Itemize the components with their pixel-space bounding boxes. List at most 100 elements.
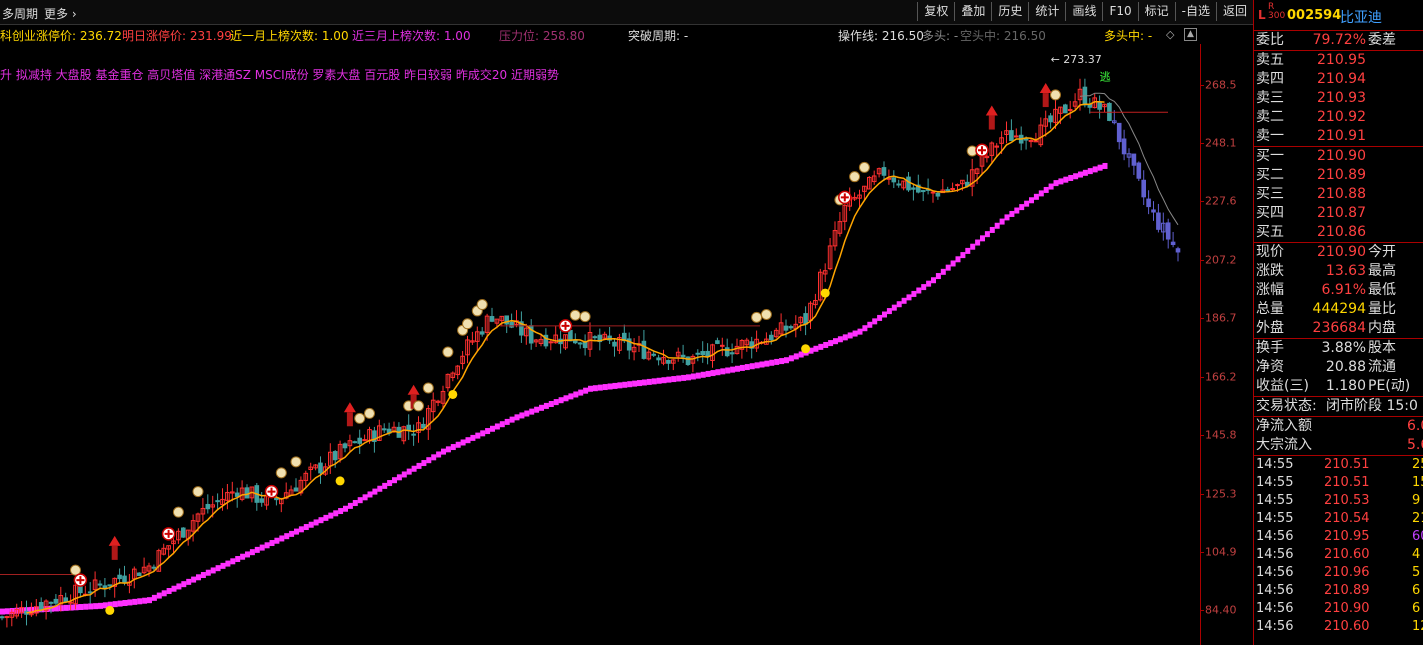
kline-chart[interactable]: ← 273.37 逃 bbox=[0, 44, 1200, 645]
tick-time: 14:56 bbox=[1256, 601, 1294, 616]
trade-status-label: 交易状态: bbox=[1256, 398, 1317, 414]
candle-body bbox=[945, 189, 951, 192]
candle-body bbox=[573, 339, 578, 344]
long-ma-block bbox=[220, 562, 226, 569]
price-tick-mark bbox=[1201, 376, 1204, 378]
long-ma-block bbox=[401, 471, 407, 478]
long-ma-block bbox=[1082, 169, 1088, 176]
chart-toolbar: 多周期 更多 › 复权 叠加 历史 统计 画线 F10 标记 -自选 返回 bbox=[0, 0, 1253, 25]
long-ma-block bbox=[578, 389, 584, 396]
long-ma-block bbox=[965, 247, 971, 254]
price-tick-label: 248.1 bbox=[1205, 136, 1237, 150]
long-ma-block bbox=[504, 418, 510, 425]
long-ma-block bbox=[254, 546, 260, 553]
long-ma-block bbox=[1068, 174, 1074, 181]
long-ma-block bbox=[426, 457, 432, 464]
long-ma-block bbox=[215, 565, 221, 572]
candle-body bbox=[117, 574, 122, 580]
long-ma-block bbox=[984, 231, 990, 238]
ask-row-label: 卖三 bbox=[1256, 90, 1284, 106]
up-arrow-icon bbox=[407, 384, 420, 395]
more-menu-button[interactable]: 更多 › bbox=[44, 5, 77, 22]
yellow-dot-marker bbox=[801, 344, 811, 354]
candle-body bbox=[1141, 179, 1147, 198]
bid-row-value: 210.88 bbox=[1317, 186, 1366, 202]
flow-block: 净流入额 6.0 大宗流入 5.6 bbox=[1254, 417, 1423, 455]
long-ma-block bbox=[837, 336, 843, 343]
candle-body bbox=[577, 342, 583, 345]
bid-row-value: 210.90 bbox=[1317, 148, 1366, 164]
candle-body bbox=[656, 357, 661, 361]
indicator-bar: 科创业涨停价: 236.72 明日涨停价: 231.99 近一月上榜次数: 1.… bbox=[0, 25, 1200, 43]
peak-price-label: ← 273.37 bbox=[1051, 53, 1102, 66]
market-letter: L bbox=[1258, 8, 1266, 22]
long-ma-block bbox=[1014, 207, 1020, 214]
toolbar-button-4[interactable]: 画线 bbox=[1065, 2, 1102, 21]
bid-levels: 买一 210.90 买二 210.89 买三 210.88 买四 210.87 买五 210.86 bbox=[1254, 147, 1423, 242]
long-ma-block bbox=[828, 340, 834, 347]
long-ma-block bbox=[818, 343, 824, 350]
tick-list[interactable]: 14:55210.512514:55210.511514:55210.53914… bbox=[1254, 456, 1423, 636]
long-ma-block bbox=[833, 338, 838, 345]
money-bag-icon bbox=[413, 400, 424, 412]
bid-row-label: 买一 bbox=[1256, 148, 1284, 164]
long-ma-block bbox=[298, 526, 304, 533]
long-ma-block bbox=[122, 600, 128, 607]
multi-period-button[interactable]: 多周期 bbox=[2, 5, 38, 22]
long-ma-block bbox=[539, 404, 544, 411]
diamond-icon[interactable]: ◇ bbox=[1166, 28, 1174, 41]
money-bag-icon bbox=[354, 412, 366, 424]
toolbar-button-5[interactable]: F10 bbox=[1102, 2, 1137, 21]
toolbar-button-6[interactable]: 标记 bbox=[1137, 2, 1175, 21]
tick-volume: 9 bbox=[1412, 493, 1421, 508]
long-ma-block bbox=[1097, 164, 1103, 171]
long-ma-block bbox=[83, 603, 89, 610]
long-ma-block bbox=[147, 597, 152, 604]
yellow-dot-marker bbox=[335, 476, 345, 486]
ask-row-label: 卖五 bbox=[1256, 52, 1284, 68]
long-ma-block bbox=[392, 477, 397, 484]
toolbar-button-7[interactable]: -自选 bbox=[1174, 2, 1216, 21]
ask-row-value: 210.91 bbox=[1317, 128, 1366, 144]
tick-time: 14:56 bbox=[1256, 547, 1294, 562]
long-ma-block bbox=[921, 284, 927, 291]
candle-body bbox=[548, 341, 554, 344]
toolbar-button-1[interactable]: 叠加 bbox=[954, 2, 991, 21]
breakout-period: 突破周期: - bbox=[628, 29, 689, 43]
money-bag-icon bbox=[760, 309, 772, 321]
star-limit-price: 科创业涨停价: 236.72 bbox=[0, 29, 122, 43]
long-ma-block bbox=[524, 410, 530, 417]
toolbar-button-3[interactable]: 统计 bbox=[1028, 2, 1065, 21]
candle-body bbox=[1175, 248, 1181, 253]
tick-time: 14:55 bbox=[1256, 457, 1294, 472]
candle-body bbox=[259, 498, 264, 503]
candle-body bbox=[592, 336, 598, 339]
long-ma-block bbox=[1087, 168, 1093, 175]
toolbar-button-8[interactable]: 返回 bbox=[1215, 2, 1253, 21]
long-ma-block bbox=[749, 363, 755, 370]
long-ma-block bbox=[176, 583, 182, 590]
candle-body bbox=[715, 340, 720, 344]
money-bag-icon bbox=[858, 161, 870, 173]
long-ma-block bbox=[975, 239, 981, 246]
price-tick-label: 84.40 bbox=[1205, 603, 1237, 617]
candle-body bbox=[955, 184, 960, 187]
toolbar-button-0[interactable]: 复权 bbox=[917, 2, 954, 21]
candle-body bbox=[234, 492, 240, 497]
long-ma-block bbox=[901, 297, 907, 304]
candle-body bbox=[783, 325, 789, 331]
ask-row-value: 210.94 bbox=[1317, 71, 1366, 87]
ask-row-label: 卖一 bbox=[1256, 128, 1284, 144]
long-ma-block bbox=[347, 502, 353, 509]
long-ma-block bbox=[485, 428, 491, 435]
stats-block: 换手 3.88% 股本 净资 20.88 流通 收益(三) 1.180 PE(动) bbox=[1254, 339, 1423, 396]
long-ma-block bbox=[117, 600, 123, 607]
toolbar-button-2[interactable]: 历史 bbox=[991, 2, 1028, 21]
candle-body bbox=[357, 437, 362, 444]
long-ma-block bbox=[490, 425, 495, 432]
long-ma-block bbox=[1048, 183, 1054, 190]
long-ma-block bbox=[573, 391, 579, 398]
long-ma-block bbox=[1009, 210, 1015, 217]
long-ma-block bbox=[279, 535, 285, 542]
scroll-up-icon[interactable]: ▲ bbox=[1184, 28, 1197, 41]
